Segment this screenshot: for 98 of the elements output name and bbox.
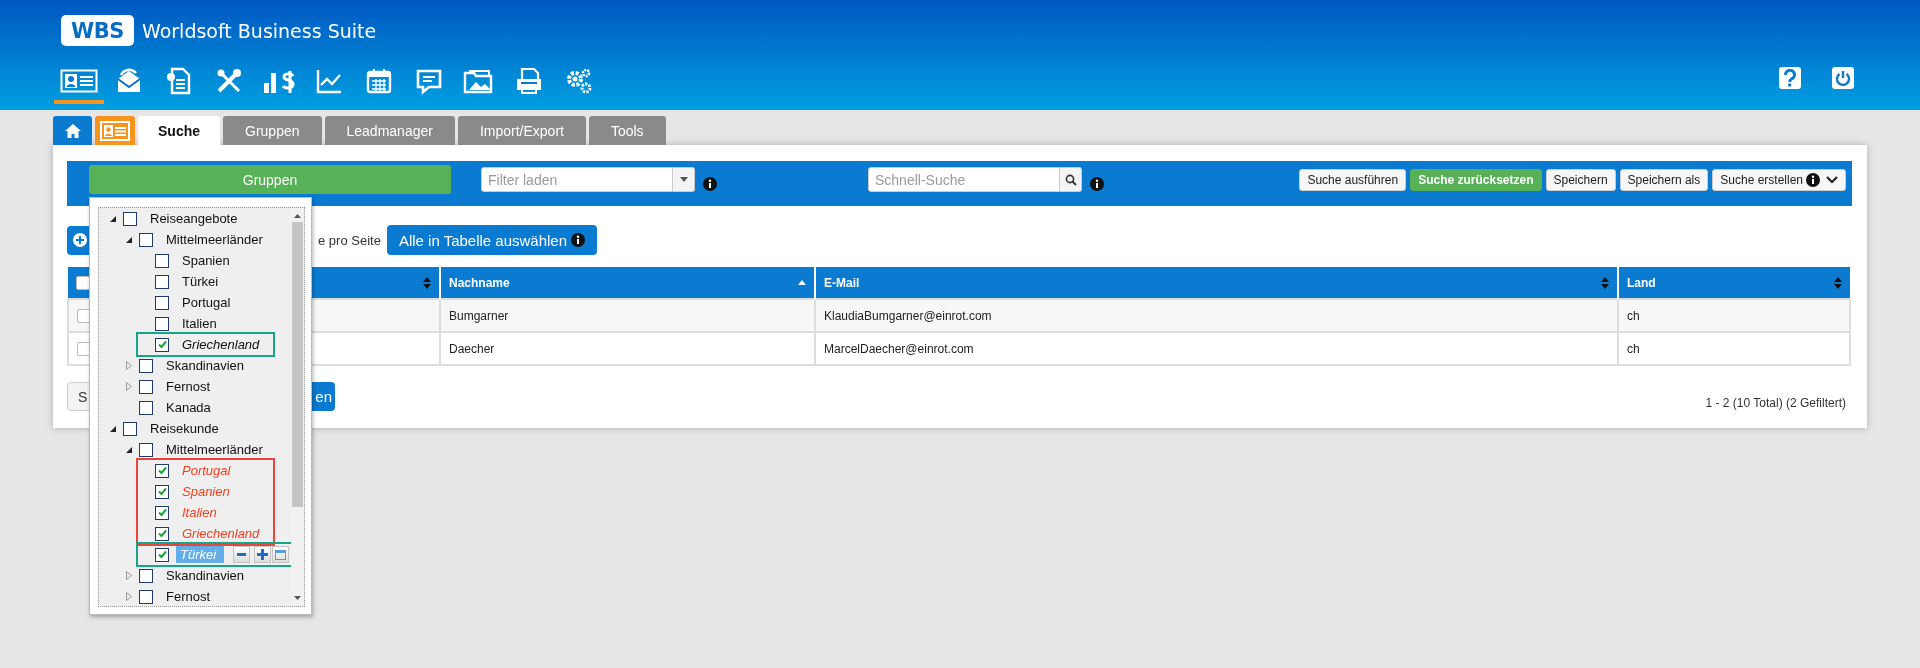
info-icon [1806, 172, 1820, 187]
checkbox[interactable] [123, 421, 137, 436]
column-header[interactable]: Land [1627, 275, 1656, 290]
sort-icon[interactable] [1601, 276, 1609, 289]
checkbox[interactable] [155, 295, 169, 310]
expanded-icon[interactable] [110, 425, 116, 432]
tree-item[interactable]: Portugal [180, 295, 233, 310]
search-button[interactable] [1060, 167, 1082, 192]
tree-item[interactable]: Mittelmeerländer [164, 442, 265, 457]
sort-icon[interactable] [1834, 276, 1842, 289]
tree-item[interactable]: Kanada [164, 400, 213, 415]
checkbox[interactable] [139, 232, 153, 247]
checkbox[interactable] [155, 337, 169, 352]
column-header[interactable]: Nachname [449, 275, 510, 290]
tree-item[interactable]: Spanien [180, 253, 232, 268]
toolbar-button[interactable]: Suche ausführen [1299, 168, 1407, 191]
checkbox[interactable] [155, 463, 169, 478]
search-field[interactable]: Schnell-Suche [868, 167, 1060, 192]
checkbox[interactable] [139, 379, 153, 394]
home-icon [63, 122, 82, 139]
checkbox[interactable] [155, 547, 169, 562]
calendar-button[interactable] [272, 546, 290, 563]
select-all-button[interactable]: Alle in Tabelle auswählen [386, 225, 598, 255]
remove-button[interactable] [233, 546, 251, 563]
checkbox[interactable] [139, 568, 153, 583]
tree-item[interactable]: Türkei [180, 274, 221, 289]
scroll-up-icon[interactable] [294, 214, 301, 218]
table-cell: Bumgarner [449, 308, 509, 323]
checkbox[interactable] [123, 211, 137, 226]
printer-icon [514, 67, 544, 95]
checkbox[interactable] [155, 526, 169, 541]
plus-circle-icon [73, 233, 87, 247]
table-cell: Daecher [449, 341, 495, 356]
dropdown-button[interactable] [673, 167, 695, 192]
minus-icon [237, 553, 247, 556]
checkbox[interactable] [139, 589, 153, 604]
tree-item[interactable]: Reisekunde [148, 421, 221, 436]
checkbox[interactable] [155, 253, 169, 268]
tree-item[interactable]: Skandinavien [164, 358, 247, 373]
expanded-icon[interactable] [110, 215, 116, 222]
help-button[interactable] [1779, 67, 1801, 89]
tree-item[interactable]: Fernost [164, 379, 213, 394]
toolbar-button[interactable]: Speichern [1545, 168, 1616, 191]
menu-button[interactable]: Suche erstellen [1712, 168, 1846, 191]
table-cell: MarcelDaecher@einrot.com [824, 341, 974, 356]
expanded-icon[interactable] [126, 446, 132, 453]
chevron-icon [1826, 175, 1838, 184]
envelope-icon [115, 67, 143, 95]
filter-field[interactable]: Filter laden [481, 167, 673, 192]
per-page-label: e pro Seite [318, 232, 381, 248]
line-chart-icon [315, 67, 343, 95]
calendar-icon [275, 549, 287, 560]
gears-icon [564, 67, 594, 95]
logo: WBS [61, 15, 134, 46]
tree-item[interactable]: Mittelmeerländer [164, 232, 265, 247]
tree-item[interactable]: Skandinavien [164, 568, 247, 583]
calendar-icon [365, 67, 393, 95]
contact-card-icon [60, 68, 98, 94]
column-header[interactable]: E-Mail [824, 275, 860, 290]
tree-item[interactable]: Reiseangebote [148, 211, 240, 226]
checkbox[interactable] [155, 316, 169, 331]
table-cell: ch [1627, 341, 1640, 356]
contact-card-icon [100, 120, 130, 141]
caret-icon [679, 177, 688, 182]
tree-item[interactable]: Italien [180, 316, 219, 331]
table-cell: ch [1627, 308, 1640, 323]
info-icon [1090, 176, 1104, 191]
add-button[interactable] [254, 546, 272, 563]
checkbox[interactable] [155, 484, 169, 499]
sort-icon[interactable] [423, 276, 431, 289]
folder-icon [463, 67, 495, 95]
app-title: Worldsoft Business Suite [142, 19, 377, 42]
tree-item[interactable]: Fernost [164, 589, 213, 604]
home-tab[interactable] [53, 116, 92, 145]
checkbox[interactable] [155, 274, 169, 289]
power-icon [1835, 70, 1851, 86]
search-icon [1064, 173, 1077, 186]
tab[interactable]: Suche [138, 116, 220, 145]
info-icon [703, 176, 717, 191]
toolbar-button[interactable]: Speichern als [1619, 168, 1709, 191]
tools-icon [215, 67, 243, 95]
chat-icon [415, 67, 443, 95]
sort-up-icon[interactable] [798, 280, 806, 285]
checkbox[interactable] [76, 275, 90, 290]
logout-button[interactable] [1832, 67, 1854, 89]
scroll-down-icon[interactable] [294, 596, 301, 600]
checkbox[interactable] [139, 358, 153, 373]
plus-icon [257, 549, 269, 560]
pagination-info: 1 - 2 (10 Total) (2 Gefiltert) [1705, 395, 1847, 410]
checkbox[interactable] [139, 400, 153, 415]
scrollbar-thumb[interactable] [292, 222, 303, 507]
checkbox[interactable] [155, 505, 169, 520]
help-icon [1783, 69, 1797, 87]
checkbox[interactable] [139, 442, 153, 457]
document-icon [166, 67, 192, 95]
info-icon [571, 233, 586, 247]
table-cell: KlaudiaBumgarner@einrot.com [824, 308, 992, 323]
tree-item[interactable]: Griechenland [180, 337, 262, 352]
